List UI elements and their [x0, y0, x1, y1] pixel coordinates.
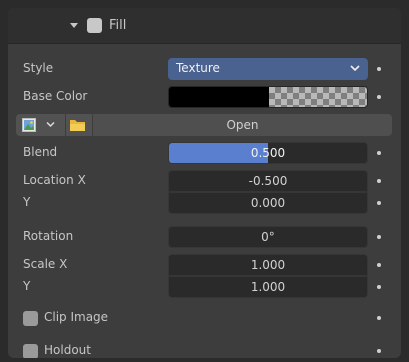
rotation-row: Rotation 0°: [8, 226, 401, 248]
animate-dot-icon[interactable]: [377, 285, 381, 289]
scale-row: Scale X Y 1.000 1.000: [8, 254, 401, 298]
animate-dot-icon[interactable]: [377, 263, 381, 267]
fill-panel-header[interactable]: Fill: [8, 8, 401, 44]
image-browse-button[interactable]: [16, 114, 65, 136]
dropdown-arrow-icon: [350, 65, 360, 72]
animate-dot-icon[interactable]: [377, 349, 381, 353]
image-icon: [22, 118, 36, 132]
color-alpha-part: [269, 87, 367, 107]
location-x-label: Location X: [23, 173, 86, 187]
location-row: Location X Y -0.500 0.000: [8, 170, 401, 214]
clip-image-checkbox[interactable]: [23, 311, 38, 326]
animate-dot-icon[interactable]: [377, 201, 381, 205]
base-color-swatch[interactable]: [168, 86, 368, 108]
blend-value: 0.500: [250, 146, 286, 160]
animate-dot-icon[interactable]: [377, 151, 381, 155]
blend-row: Blend 0.500: [8, 142, 401, 164]
animate-dot-icon[interactable]: [377, 179, 381, 183]
style-select[interactable]: Texture: [168, 58, 368, 80]
blend-label: Blend: [23, 145, 58, 159]
animate-dot-icon[interactable]: [377, 95, 381, 99]
image-row: Open: [8, 114, 401, 136]
animate-dot-icon[interactable]: [377, 316, 381, 320]
fill-enabled-checkbox[interactable]: [87, 18, 102, 33]
base-color-label: Base Color: [23, 89, 88, 103]
animate-dot-icon[interactable]: [377, 235, 381, 239]
blend-slider[interactable]: 0.500: [168, 142, 368, 164]
style-value: Texture: [176, 61, 220, 75]
holdout-label[interactable]: Holdout: [44, 343, 91, 357]
holdout-checkbox[interactable]: [23, 344, 38, 358]
folder-icon: [70, 120, 85, 131]
color-opaque-part: [169, 87, 269, 107]
chevron-down-icon[interactable]: [68, 18, 80, 32]
fill-panel: Fill Style Texture Base Color Open Blend…: [8, 8, 401, 358]
holdout-row: Holdout: [8, 340, 401, 358]
scale-y-field[interactable]: 1.000: [168, 276, 368, 298]
animate-dot-icon[interactable]: [377, 67, 381, 71]
open-image-button[interactable]: Open: [93, 114, 392, 136]
clip-image-row: Clip Image: [8, 307, 401, 329]
clip-image-label[interactable]: Clip Image: [44, 310, 108, 324]
panel-title: Fill: [109, 18, 127, 33]
base-color-row: Base Color: [8, 86, 401, 108]
location-x-field[interactable]: -0.500: [168, 170, 368, 192]
style-row: Style Texture: [8, 58, 401, 80]
rotation-field[interactable]: 0°: [168, 226, 368, 248]
rotation-label: Rotation: [23, 229, 74, 243]
style-label: Style: [23, 61, 54, 75]
open-folder-button[interactable]: [66, 114, 92, 136]
location-y-field[interactable]: 0.000: [168, 192, 368, 214]
scale-x-field[interactable]: 1.000: [168, 254, 368, 276]
scale-x-label: Scale X: [23, 257, 68, 271]
chevron-down-icon: [46, 121, 55, 128]
scale-y-label: Y: [23, 279, 31, 293]
location-y-label: Y: [23, 195, 31, 209]
